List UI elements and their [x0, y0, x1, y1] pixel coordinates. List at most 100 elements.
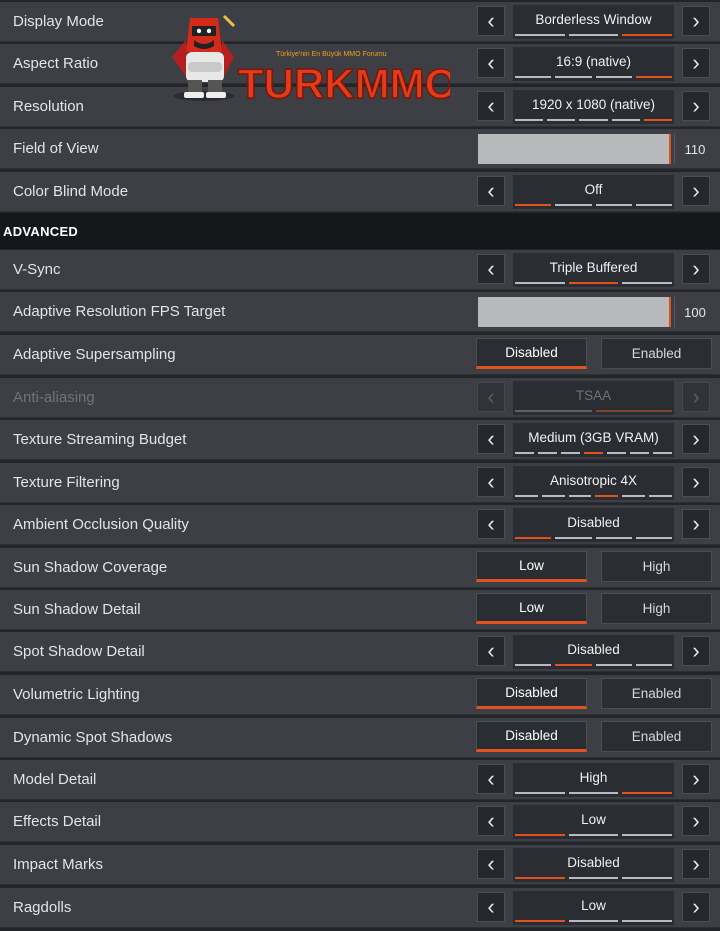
chevron-left-icon[interactable]: ‹	[477, 849, 505, 879]
chevron-right-icon[interactable]: ›	[682, 849, 710, 879]
chevron-left-icon[interactable]: ‹	[477, 48, 505, 78]
option-segment	[561, 452, 580, 454]
impact-marks-selector[interactable]: Disabled	[513, 848, 674, 882]
chevron-left-icon[interactable]: ‹	[477, 892, 505, 922]
option-segment	[568, 792, 619, 794]
chevron-right-icon[interactable]: ›	[682, 254, 710, 284]
sun-shadow-coverage-option-low[interactable]: Low	[476, 551, 587, 582]
effects-detail-selector[interactable]: Low	[513, 805, 674, 839]
setting-row-anti-aliasing: Anti-aliasing ‹ TSAA ›	[0, 378, 720, 418]
setting-row-volumetric-lighting: Volumetric Lighting Disabled Enabled	[0, 675, 720, 715]
chevron-right-icon[interactable]: ›	[682, 892, 710, 922]
setting-label: Color Blind Mode	[13, 183, 129, 200]
setting-label: Ragdolls	[13, 899, 72, 916]
setting-row-texture-streaming-budget: Texture Streaming Budget ‹ Medium (3GB VRA…	[0, 420, 720, 460]
spot-shadow-detail-selector[interactable]: Disabled	[513, 635, 674, 669]
setting-row-impact-marks: Impact Marks ‹ Disabled ›	[0, 845, 720, 885]
aspect-ratio-selector[interactable]: 16:9 (native)	[513, 47, 674, 81]
setting-row-v-sync: V-Sync ‹ Triple Buffered ›	[0, 250, 720, 290]
setting-label: Display Mode	[13, 13, 104, 30]
v-sync-selector[interactable]: Triple Buffered	[513, 253, 674, 287]
dynamic-spot-shadows-option-disabled[interactable]: Disabled	[476, 721, 587, 752]
setting-label: Sun Shadow Coverage	[13, 559, 168, 576]
setting-row-model-detail: Model Detail ‹ High ›	[0, 760, 720, 800]
chevron-right-icon[interactable]: ›	[682, 424, 710, 454]
option-segment	[611, 119, 640, 121]
ragdolls-selector[interactable]: Low	[513, 891, 674, 925]
option-segment	[568, 34, 619, 36]
setting-label: V-Sync	[13, 261, 61, 278]
adaptive-resolution-fps-target-slider[interactable]	[478, 297, 671, 327]
color-blind-mode-selector[interactable]: Off	[513, 175, 674, 209]
option-segment	[555, 76, 592, 78]
option-segment	[568, 877, 619, 879]
chevron-left-icon[interactable]: ‹	[477, 764, 505, 794]
setting-label: Adaptive Supersampling	[13, 346, 176, 363]
chevron-left-icon[interactable]: ‹	[477, 424, 505, 454]
option-segment	[595, 204, 632, 206]
adaptive-supersampling-option-enabled[interactable]: Enabled	[601, 338, 712, 369]
chevron-right-icon[interactable]: ›	[682, 467, 710, 497]
chevron-right-icon[interactable]: ›	[682, 176, 710, 206]
adaptive-supersampling-option-disabled[interactable]: Disabled	[476, 338, 587, 369]
texture-filtering-selector[interactable]: Anisotropic 4X	[513, 466, 674, 500]
chevron-left-icon[interactable]: ‹	[477, 636, 505, 666]
setting-label: Aspect Ratio	[13, 55, 99, 72]
slider-handle[interactable]	[669, 134, 671, 164]
option-segment	[622, 34, 673, 36]
model-detail-selector[interactable]: High	[513, 763, 674, 797]
chevron-right-icon[interactable]: ›	[682, 764, 710, 794]
chevron-right-icon[interactable]: ›	[682, 806, 710, 836]
texture-streaming-budget-selector[interactable]: Medium (3GB VRAM)	[513, 423, 674, 457]
setting-row-texture-filtering: Texture Filtering ‹ Anisotropic 4X ›	[0, 463, 720, 503]
resolution-selector[interactable]: 1920 x 1080 (native)	[513, 90, 674, 124]
setting-row-dynamic-spot-shadows: Dynamic Spot Shadows Disabled Enabled	[0, 718, 720, 758]
sun-shadow-detail-option-low[interactable]: Low	[476, 593, 587, 624]
field-of-view-slider[interactable]	[478, 134, 671, 164]
setting-label: Field of View	[13, 140, 99, 157]
selector-value: Low	[581, 897, 606, 913]
chevron-left-icon[interactable]: ‹	[477, 254, 505, 284]
volumetric-lighting-option-disabled[interactable]: Disabled	[476, 678, 587, 709]
option-segment	[635, 204, 672, 206]
chevron-left-icon[interactable]: ‹	[477, 467, 505, 497]
option-segment	[515, 410, 592, 412]
anti-aliasing-selector: TSAA	[513, 381, 674, 415]
option-segment	[595, 76, 632, 78]
mascot-icon	[172, 14, 236, 101]
chevron-left-icon[interactable]: ‹	[477, 6, 505, 36]
volumetric-lighting-option-enabled[interactable]: Enabled	[601, 678, 712, 709]
setting-row-ambient-occlusion-quality: Ambient Occlusion Quality ‹ Disabled ›	[0, 505, 720, 545]
setting-label: Texture Streaming Budget	[13, 431, 187, 448]
chevron-right-icon[interactable]: ›	[682, 509, 710, 539]
setting-label: Model Detail	[13, 771, 97, 788]
setting-label: Effects Detail	[13, 813, 102, 830]
chevron-right-icon[interactable]: ›	[682, 636, 710, 666]
chevron-right-icon[interactable]: ›	[682, 48, 710, 78]
chevron-left-icon[interactable]: ‹	[477, 806, 505, 836]
chevron-left-icon[interactable]: ‹	[477, 91, 505, 121]
sun-shadow-detail-option-high[interactable]: High	[601, 593, 712, 624]
option-segment	[635, 76, 672, 78]
selector-value: Anisotropic 4X	[549, 472, 638, 488]
option-segments	[515, 877, 673, 879]
display-mode-selector[interactable]: Borderless Window	[513, 5, 674, 39]
option-segment	[635, 537, 672, 539]
chevron-left-icon[interactable]: ‹	[477, 509, 505, 539]
option-segments	[515, 410, 672, 412]
setting-label: Resolution	[13, 98, 84, 115]
slider-handle[interactable]	[669, 297, 671, 327]
option-segment	[653, 452, 672, 454]
chevron-left-icon[interactable]: ‹	[477, 176, 505, 206]
chevron-right-icon[interactable]: ›	[682, 6, 710, 36]
option-segments	[515, 204, 672, 206]
ambient-occlusion-quality-selector[interactable]: Disabled	[513, 508, 674, 542]
option-segment	[515, 282, 565, 284]
option-segment	[515, 34, 565, 36]
option-segment	[555, 537, 592, 539]
selector-value: Disabled	[567, 854, 620, 870]
sun-shadow-coverage-option-high[interactable]: High	[601, 551, 712, 582]
slider-value: 100	[674, 297, 715, 327]
chevron-right-icon[interactable]: ›	[682, 91, 710, 121]
dynamic-spot-shadows-option-enabled[interactable]: Enabled	[601, 721, 712, 752]
